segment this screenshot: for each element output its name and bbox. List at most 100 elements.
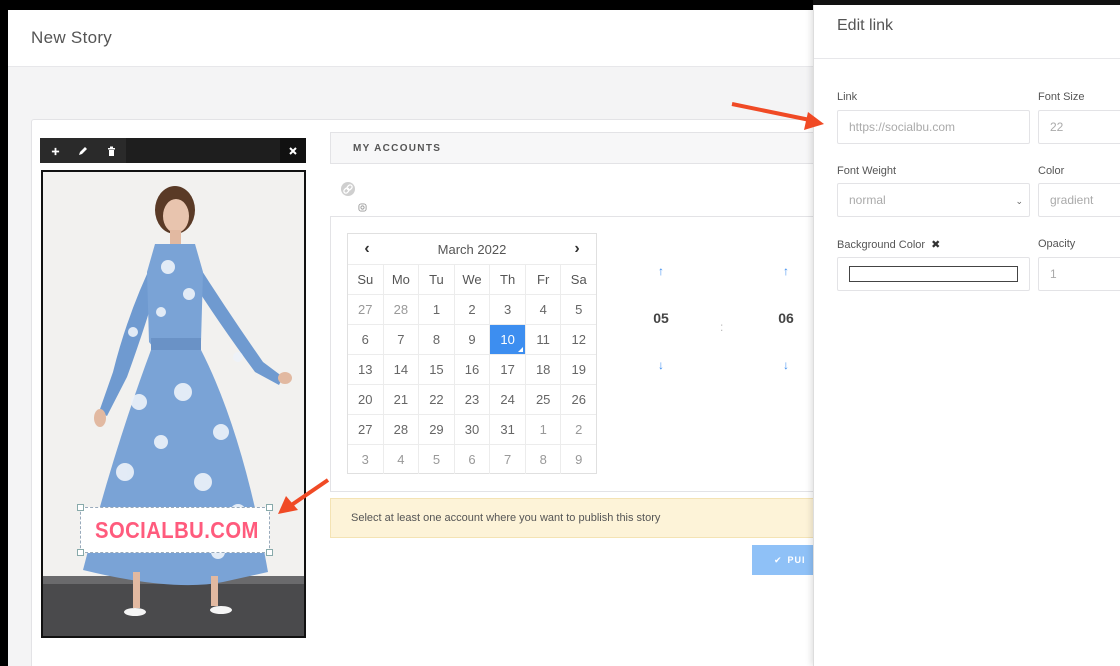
toolbar-button-group <box>40 138 126 163</box>
weekday-label: Fr <box>526 265 562 294</box>
font-weight-label: Font Weight <box>837 165 897 177</box>
day-cell[interactable]: 16 <box>455 355 491 384</box>
font-weight-value: normal <box>849 193 886 207</box>
link-input[interactable]: https://socialbu.com <box>837 110 1030 144</box>
day-cell[interactable]: 17 <box>490 355 526 384</box>
account-avatar[interactable] <box>341 182 355 196</box>
hour-up-button[interactable]: ↑ <box>641 264 681 278</box>
panel-divider <box>814 58 1120 59</box>
day-cell[interactable]: 4 <box>526 295 562 324</box>
calendar-header: ‹ March 2022 › <box>348 234 596 264</box>
day-cell[interactable]: 27 <box>348 295 384 324</box>
close-icon <box>289 146 297 155</box>
day-cell[interactable]: 7 <box>384 325 420 354</box>
day-cell[interactable]: 25 <box>526 385 562 414</box>
resize-handle[interactable] <box>266 504 273 511</box>
bg-color-label-row: Background Color ✖ <box>837 238 940 251</box>
day-cell[interactable]: 30 <box>455 415 491 444</box>
week-row: 20 21 22 23 24 25 26 <box>348 384 596 414</box>
bg-color-label: Background Color <box>837 239 926 251</box>
day-cell[interactable]: 13 <box>348 355 384 384</box>
day-cell[interactable]: 1 <box>526 415 562 444</box>
resize-handle[interactable] <box>77 549 84 556</box>
opacity-label: Opacity <box>1038 238 1076 250</box>
day-cell[interactable]: 18 <box>526 355 562 384</box>
accounts-label: MY ACCOUNTS <box>353 143 442 154</box>
publish-label: PUI <box>787 555 806 565</box>
day-cell[interactable]: 22 <box>419 385 455 414</box>
date-picker: ‹ March 2022 › Su Mo Tu We Th Fr Sa 27 28 1 2 3 4 5 6 7… <box>347 233 597 474</box>
story-canvas[interactable]: SOCIALBU.COM <box>41 170 306 638</box>
day-cell[interactable]: 31 <box>490 415 526 444</box>
link-sticker[interactable]: SOCIALBU.COM <box>77 504 273 556</box>
next-month-button[interactable]: › <box>562 234 592 264</box>
week-row: 27 28 1 2 3 4 5 <box>348 294 596 324</box>
page-title: New Story <box>31 28 113 47</box>
font-size-label: Font Size <box>1038 91 1085 103</box>
editor-toolbar <box>40 138 306 163</box>
font-weight-select[interactable]: normal ⌄ <box>837 183 1030 217</box>
chevron-left-icon: ‹ <box>364 240 370 257</box>
font-size-input[interactable]: 22 <box>1038 110 1120 144</box>
day-cell[interactable]: 29 <box>419 415 455 444</box>
resize-handle[interactable] <box>77 504 84 511</box>
day-cell[interactable]: 12 <box>561 325 596 354</box>
hour-spinner: ↑ 05 ↓ <box>641 264 681 372</box>
day-cell[interactable]: 5 <box>419 445 455 474</box>
day-cell[interactable]: 11 <box>526 325 562 354</box>
color-select[interactable]: gradient <box>1038 183 1120 217</box>
link-placeholder: https://socialbu.com <box>849 120 956 134</box>
color-label: Color <box>1038 165 1065 177</box>
clear-bg-color-button[interactable]: ✖ <box>931 239 940 251</box>
check-icon: ✔ <box>774 554 783 565</box>
arrow-down-icon: ↓ <box>658 358 664 372</box>
day-cell[interactable]: 6 <box>348 325 384 354</box>
instagram-icon <box>358 199 367 217</box>
day-cell[interactable]: 8 <box>526 445 562 474</box>
day-cell[interactable]: 9 <box>455 325 491 354</box>
day-cell[interactable]: 8 <box>419 325 455 354</box>
add-element-button[interactable] <box>46 142 64 160</box>
edit-link-panel: Edit link Link https://socialbu.com Font… <box>813 0 1120 666</box>
day-cell[interactable]: 14 <box>384 355 420 384</box>
minute-up-button[interactable]: ↑ <box>766 264 806 278</box>
day-cell[interactable]: 1 <box>419 295 455 324</box>
day-cell[interactable]: 21 <box>384 385 420 414</box>
hour-value[interactable]: 05 <box>641 310 681 326</box>
day-cell[interactable]: 6 <box>455 445 491 474</box>
day-cell[interactable]: 28 <box>384 415 420 444</box>
delete-element-button[interactable] <box>102 142 120 160</box>
day-cell[interactable]: 9 <box>561 445 596 474</box>
day-cell[interactable]: 27 <box>348 415 384 444</box>
pencil-icon <box>79 147 87 155</box>
day-cell[interactable]: 2 <box>455 295 491 324</box>
day-cell[interactable]: 4 <box>384 445 420 474</box>
day-cell[interactable]: 23 <box>455 385 491 414</box>
panel-top-edge <box>813 0 1120 5</box>
close-editor-button[interactable] <box>280 138 306 163</box>
color-value: gradient <box>1050 193 1094 207</box>
day-cell-selected[interactable]: 10 <box>490 325 526 354</box>
minute-down-button[interactable]: ↓ <box>766 358 806 372</box>
edit-element-button[interactable] <box>74 142 92 160</box>
minute-spinner: ↑ 06 ↓ <box>766 264 806 372</box>
day-cell[interactable]: 24 <box>490 385 526 414</box>
bg-color-input[interactable] <box>837 257 1030 291</box>
hour-down-button[interactable]: ↓ <box>641 358 681 372</box>
day-cell[interactable]: 26 <box>561 385 596 414</box>
opacity-input[interactable]: 1 <box>1038 257 1120 291</box>
day-cell[interactable]: 3 <box>348 445 384 474</box>
weekday-row: Su Mo Tu We Th Fr Sa <box>348 264 596 294</box>
day-cell[interactable]: 3 <box>490 295 526 324</box>
day-cell[interactable]: 15 <box>419 355 455 384</box>
day-cell[interactable]: 2 <box>561 415 596 444</box>
prev-month-button[interactable]: ‹ <box>352 234 382 264</box>
minute-value[interactable]: 06 <box>766 310 806 326</box>
day-cell[interactable]: 5 <box>561 295 596 324</box>
day-cell[interactable]: 7 <box>490 445 526 474</box>
link-icon <box>343 184 353 194</box>
day-cell[interactable]: 19 <box>561 355 596 384</box>
day-cell[interactable]: 28 <box>384 295 420 324</box>
resize-handle[interactable] <box>266 549 273 556</box>
day-cell[interactable]: 20 <box>348 385 384 414</box>
